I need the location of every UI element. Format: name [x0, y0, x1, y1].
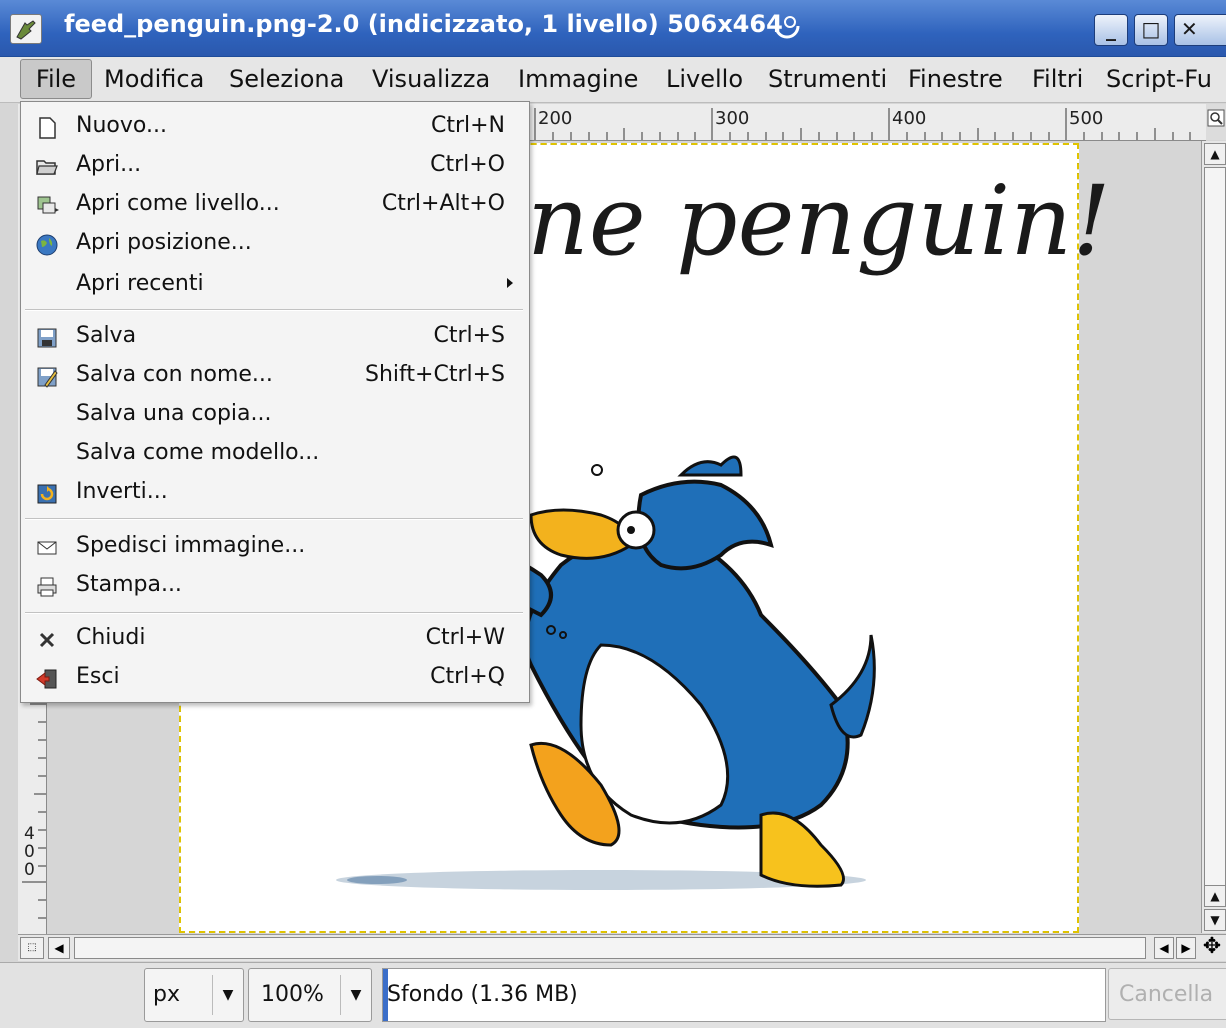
- menu-item-salva-con-nome[interactable]: Salva con nome... Shift+Ctrl+S: [21, 357, 527, 395]
- close-window-button[interactable]: ✕: [1174, 14, 1226, 46]
- open-folder-icon: [36, 160, 58, 175]
- vertical-scrollbar[interactable]: ▲ ▲ ▼: [1201, 141, 1226, 933]
- menu-item-esci[interactable]: Esci Ctrl+Q: [21, 659, 527, 697]
- ruler-label-400: 400: [892, 108, 927, 129]
- maximize-button[interactable]: □: [1134, 14, 1168, 46]
- print-icon: [37, 577, 57, 597]
- open-as-layer-icon: [37, 196, 59, 214]
- save-as-icon: [37, 367, 58, 388]
- menu-item-apri-recenti[interactable]: Apri recenti: [21, 266, 527, 304]
- scroll-right-icon[interactable]: ▶: [1176, 937, 1196, 959]
- vertical-scroll-thumb[interactable]: [1204, 167, 1226, 889]
- horizontal-scroll-row: ⬚ ◀ ◀ ▶ ✥: [18, 934, 1226, 961]
- zoom-navigate-icon[interactable]: [1206, 104, 1226, 140]
- menu-livello[interactable]: Livello: [664, 57, 745, 101]
- menu-item-salva-come-modello[interactable]: Salva come modello...: [21, 435, 527, 473]
- menu-item-nuovo[interactable]: Nuovo... Ctrl+N: [21, 108, 527, 146]
- file-dropdown-menu: Nuovo... Ctrl+N Apri... Ctrl+O Apri come…: [20, 101, 530, 703]
- menu-script-fu[interactable]: Script-Fu: [1104, 57, 1214, 101]
- mail-icon: [37, 541, 57, 555]
- menu-item-apri-come-livello[interactable]: Apri come livello... Ctrl+Alt+O: [21, 186, 527, 224]
- scroll-left-end-icon[interactable]: ◀: [1154, 937, 1174, 959]
- zoom-selector[interactable]: 100% ▼: [248, 968, 372, 1022]
- menu-item-apri-posizione[interactable]: Apri posizione...: [21, 225, 527, 263]
- ruler-label-300: 300: [715, 108, 750, 129]
- window-title: feed_penguin.png-2.0 (indicizzato, 1 liv…: [64, 10, 783, 38]
- menu-immagine[interactable]: Immagine: [516, 57, 640, 101]
- ruler-label-200: 200: [538, 108, 573, 129]
- chevron-down-icon: ▼: [212, 975, 243, 1015]
- menu-item-salva-una-copia[interactable]: Salva una copia...: [21, 396, 527, 434]
- title-bar: feed_penguin.png-2.0 (indicizzato, 1 liv…: [0, 0, 1226, 57]
- menu-finestre[interactable]: Finestre: [906, 57, 1005, 101]
- quit-icon: [36, 669, 57, 689]
- scroll-down-top-icon[interactable]: ▲: [1204, 885, 1226, 907]
- close-icon: [39, 632, 55, 648]
- unit-selector[interactable]: px ▼: [144, 968, 244, 1022]
- status-bar: px ▼ 100% ▼ Sfondo (1.36 MB) Cancella: [0, 962, 1226, 1028]
- menu-item-chiudi[interactable]: Chiudi Ctrl+W: [21, 620, 527, 658]
- horizontal-scroll-thumb[interactable]: [74, 937, 1146, 959]
- chevron-down-icon: ▼: [340, 975, 371, 1015]
- status-message: Sfondo (1.36 MB): [382, 968, 1106, 1022]
- new-document-icon: [39, 117, 56, 139]
- menu-visualizza[interactable]: Visualizza: [370, 57, 492, 101]
- busy-indicator-icon: [774, 16, 800, 39]
- menu-separator: [25, 518, 523, 520]
- menu-separator: [25, 612, 523, 614]
- ruler-left-label-0b: 0: [24, 860, 35, 880]
- menu-bar: File Modifica Seleziona Visualizza Immag…: [0, 57, 1226, 103]
- menu-seleziona[interactable]: Seleziona: [227, 57, 346, 101]
- scroll-left-icon[interactable]: ◀: [48, 937, 70, 959]
- menu-modifica[interactable]: Modifica: [102, 57, 206, 101]
- ruler-left-label-0a: 0: [24, 842, 35, 862]
- ruler-left-label-4: 4: [24, 824, 35, 844]
- ruler-label-500: 500: [1069, 108, 1104, 129]
- menu-item-stampa[interactable]: Stampa...: [21, 567, 527, 605]
- menu-strumenti[interactable]: Strumenti: [766, 57, 889, 101]
- menu-item-spedisci-immagine[interactable]: Spedisci immagine...: [21, 528, 527, 566]
- menu-item-salva[interactable]: Salva Ctrl+S: [21, 318, 527, 356]
- scroll-up-icon[interactable]: ▲: [1204, 143, 1226, 165]
- cancel-button[interactable]: Cancella: [1108, 968, 1226, 1020]
- menu-filtri[interactable]: Filtri: [1030, 57, 1085, 101]
- minimize-button[interactable]: _: [1094, 14, 1128, 46]
- gimp-app-icon[interactable]: [10, 14, 42, 44]
- save-icon: [37, 328, 57, 348]
- scroll-down-icon[interactable]: ▼: [1204, 909, 1226, 931]
- quick-mask-toggle-icon[interactable]: ⬚: [20, 937, 44, 959]
- menu-item-apri[interactable]: Apri... Ctrl+O: [21, 147, 527, 185]
- horizontal-ruler[interactable]: 200 300 400 500: [527, 104, 1206, 141]
- menu-file[interactable]: File: [20, 59, 92, 99]
- menu-item-inverti[interactable]: Inverti...: [21, 474, 527, 512]
- revert-icon: [37, 484, 57, 504]
- submenu-arrow-icon: [507, 278, 513, 288]
- navigate-move-icon[interactable]: ✥: [1200, 935, 1224, 959]
- globe-icon: [36, 234, 58, 256]
- menu-separator: [25, 309, 523, 311]
